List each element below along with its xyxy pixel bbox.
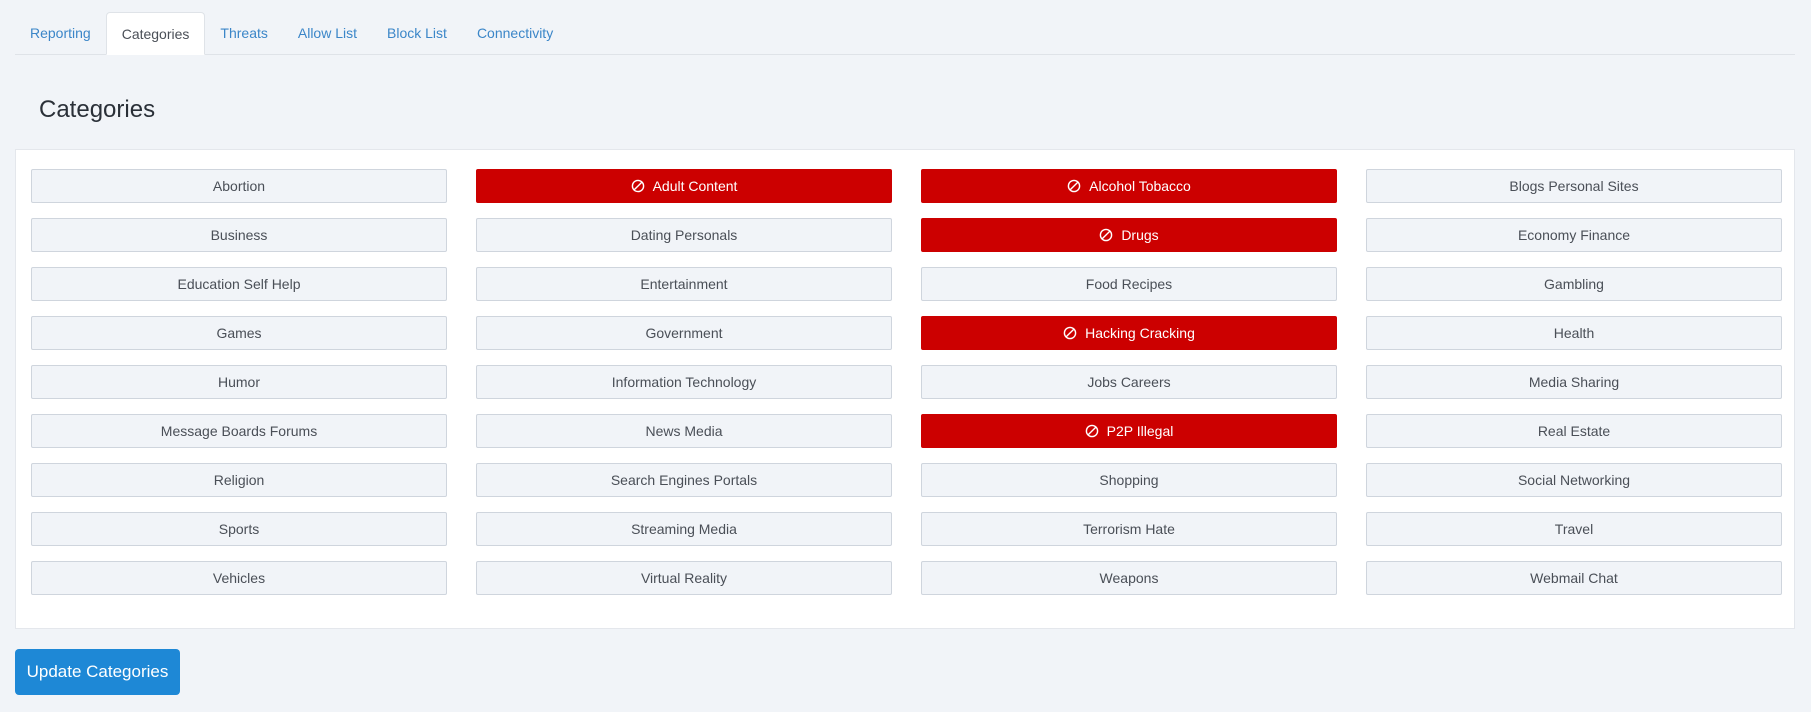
category-toggle[interactable]: Entertainment (476, 267, 892, 301)
category-label: Travel (1554, 521, 1594, 537)
category-label: Sports (218, 521, 260, 537)
category-toggle[interactable]: Travel (1366, 512, 1782, 546)
category-label: Shopping (1099, 472, 1159, 488)
category-toggle[interactable]: Sports (31, 512, 447, 546)
category-toggle[interactable]: Jobs Careers (921, 365, 1337, 399)
category-label: News Media (645, 423, 723, 439)
category-toggle[interactable]: Dating Personals (476, 218, 892, 252)
category-toggle[interactable]: Adult Content (476, 169, 892, 203)
category-toggle[interactable]: Vehicles (31, 561, 447, 595)
category-toggle[interactable]: News Media (476, 414, 892, 448)
categories-panel: Abortion Adult Content Alcohol Tobacco Blog… (15, 149, 1795, 629)
category-label: Search Engines Portals (610, 472, 758, 488)
category-label: Alcohol Tobacco (1089, 178, 1191, 194)
category-label: Media Sharing (1528, 374, 1620, 390)
category-label: Dating Personals (630, 227, 738, 243)
category-label: Gambling (1544, 276, 1604, 292)
block-icon (1063, 326, 1077, 340)
category-toggle[interactable]: Terrorism Hate (921, 512, 1337, 546)
category-toggle[interactable]: Gambling (1366, 267, 1782, 301)
tab-categories[interactable]: Categories (105, 12, 206, 55)
tab-reporting[interactable]: Reporting (15, 12, 106, 54)
category-toggle[interactable]: Education Self Help (31, 267, 447, 301)
category-label: Jobs Careers (1087, 374, 1171, 390)
category-toggle[interactable]: Food Recipes (921, 267, 1337, 301)
category-toggle[interactable]: Weapons (921, 561, 1337, 595)
category-toggle[interactable]: Business (31, 218, 447, 252)
category-label: Abortion (212, 178, 266, 194)
category-toggle[interactable]: Abortion (31, 169, 447, 203)
category-toggle[interactable]: Alcohol Tobacco (921, 169, 1337, 203)
category-toggle[interactable]: Media Sharing (1366, 365, 1782, 399)
category-label: Webmail Chat (1530, 570, 1618, 586)
category-toggle[interactable]: Virtual Reality (476, 561, 892, 595)
block-icon (1100, 228, 1113, 242)
category-toggle[interactable]: Search Engines Portals (476, 463, 892, 497)
category-label: P2P Illegal (1106, 423, 1174, 439)
tab-connectivity[interactable]: Connectivity (462, 12, 568, 54)
tab-allow-list[interactable]: Allow List (283, 12, 372, 54)
category-label: Message Boards Forums (160, 423, 318, 439)
category-label: Virtual Reality (640, 570, 728, 586)
category-label: Blogs Personal Sites (1509, 178, 1639, 194)
category-label: Entertainment (640, 276, 728, 292)
tab-bar: Reporting Categories Threats Allow List … (15, 12, 1795, 55)
category-label: Games (216, 325, 262, 341)
category-label: Education Self Help (177, 276, 301, 292)
category-toggle[interactable]: Hacking Cracking (921, 316, 1337, 350)
category-label: Terrorism Hate (1083, 521, 1175, 537)
category-label: Government (645, 325, 723, 341)
page-title: Categories (39, 96, 156, 123)
category-label: Streaming Media (631, 521, 737, 537)
category-toggle[interactable]: Health (1366, 316, 1782, 350)
category-label: Business (210, 227, 268, 243)
category-toggle[interactable]: Drugs (921, 218, 1337, 252)
block-icon (631, 179, 644, 193)
category-label: Religion (213, 472, 265, 488)
category-label: Drugs (1121, 227, 1159, 243)
category-label: Adult Content (652, 178, 738, 194)
category-label: Social Networking (1517, 472, 1631, 488)
category-toggle[interactable]: Message Boards Forums (31, 414, 447, 448)
update-categories-button[interactable]: Update Categories (15, 649, 180, 695)
category-label: Weapons (1099, 570, 1159, 586)
category-label: Information Technology (611, 374, 757, 390)
category-toggle[interactable]: Information Technology (476, 365, 892, 399)
category-toggle[interactable]: Blogs Personal Sites (1366, 169, 1782, 203)
block-icon (1085, 424, 1098, 438)
category-toggle[interactable]: Religion (31, 463, 447, 497)
category-label: Health (1553, 325, 1595, 341)
category-toggle[interactable]: Streaming Media (476, 512, 892, 546)
category-label: Hacking Cracking (1085, 325, 1195, 341)
category-label: Humor (217, 374, 260, 390)
category-toggle[interactable]: Real Estate (1366, 414, 1782, 448)
category-label: Economy Finance (1517, 227, 1631, 243)
category-label: Vehicles (212, 570, 266, 586)
tab-threats[interactable]: Threats (205, 12, 282, 54)
category-toggle[interactable]: Humor (31, 365, 447, 399)
category-toggle[interactable]: P2P Illegal (921, 414, 1337, 448)
category-label: Real Estate (1537, 423, 1611, 439)
category-toggle[interactable]: Games (31, 316, 447, 350)
category-toggle[interactable]: Government (476, 316, 892, 350)
category-grid: Abortion Adult Content Alcohol Tobacco Blog… (31, 169, 1782, 595)
category-toggle[interactable]: Webmail Chat (1366, 561, 1782, 595)
category-toggle[interactable]: Social Networking (1366, 463, 1782, 497)
block-icon (1067, 179, 1081, 193)
tab-block-list[interactable]: Block List (372, 12, 462, 54)
category-toggle[interactable]: Economy Finance (1366, 218, 1782, 252)
category-label: Food Recipes (1085, 276, 1173, 292)
category-toggle[interactable]: Shopping (921, 463, 1337, 497)
